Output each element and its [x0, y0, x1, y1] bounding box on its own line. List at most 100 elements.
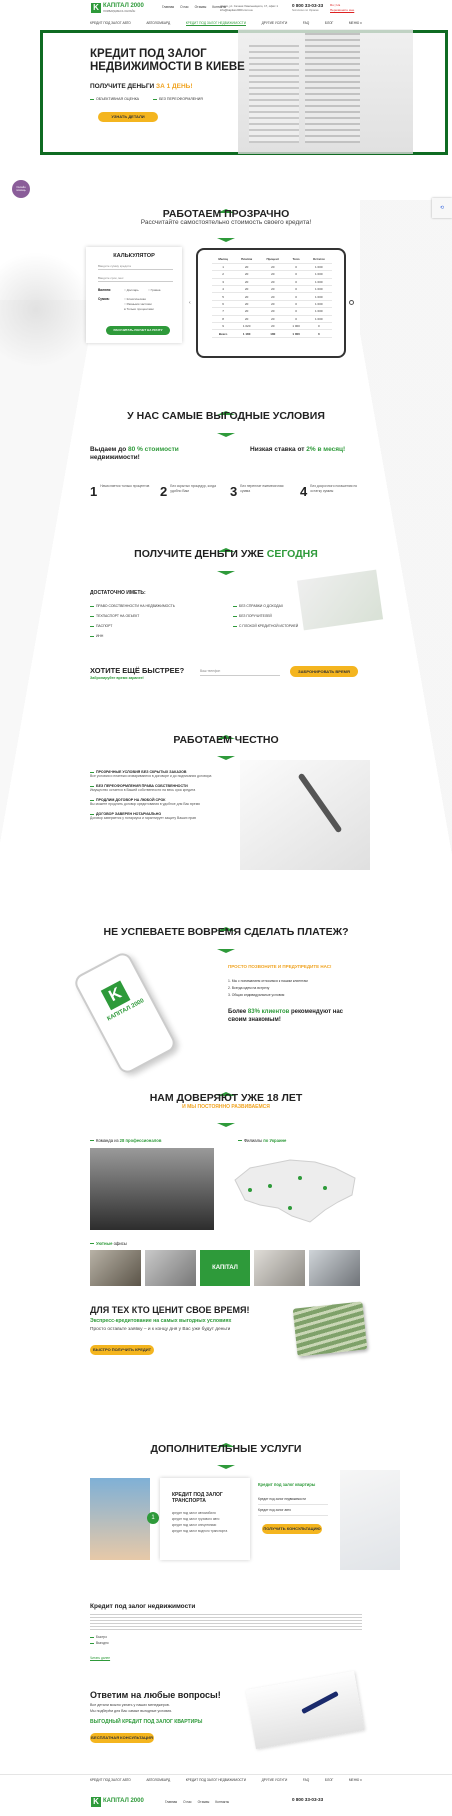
branches-label: Филиалы по Украине — [238, 1138, 286, 1143]
list-item: ИНН — [90, 631, 175, 641]
list-item[interactable]: Кредит под залог авто — [258, 1505, 328, 1516]
currency-option-usd[interactable]: ○ Долларь — [124, 288, 139, 292]
footer-link[interactable]: О нас — [183, 1800, 192, 1804]
footer-link[interactable]: Контакты — [215, 1800, 229, 1804]
apartment-loan-title[interactable]: Кредит под залог квартиры — [258, 1482, 315, 1487]
hero-details-button[interactable]: УЗНАТЬ ДЕТАЛИ — [98, 112, 158, 122]
loan-term-input[interactable]: Введите срок, мес — [98, 274, 173, 282]
table-cell: 0 — [286, 263, 306, 272]
building-left — [249, 43, 299, 143]
bullet-dash-icon — [90, 813, 94, 815]
language-switch[interactable]: Ru | Ua — [330, 3, 340, 7]
bullet-dash-icon — [233, 625, 237, 627]
calculate-button[interactable]: РАССЧИТАТЬ РАСЧЕТ НА ПОЧТУ — [106, 326, 170, 335]
nav-faq[interactable]: FAQ — [303, 21, 309, 25]
couple-photo — [90, 1478, 150, 1560]
table-cell: 0 — [286, 292, 306, 301]
loan-amount-input[interactable]: Введите сумму кредита — [98, 262, 173, 270]
bullet-dash-icon — [238, 1140, 242, 1142]
nav-other-services[interactable]: ДРУГИЕ УСЛУГИ — [262, 21, 288, 25]
faster-title: ХОТИТЕ ЕЩЁ БЫСТРЕЕ? — [90, 666, 185, 675]
offices-label: Уютные офисы — [90, 1241, 127, 1246]
footer-nav-other[interactable]: ДРУГИЕ УСЛУГИ — [262, 1778, 288, 1782]
transport-loan-card[interactable]: КРЕДИТ ПОД ЗАЛОГ ТРАНСПОРТА кредит под з… — [160, 1478, 250, 1560]
section-chevron-down — [0, 1114, 452, 1127]
sum-option-classic-label: Классическая — [126, 297, 146, 301]
online-help-badge[interactable]: Онлайн помощь — [12, 180, 30, 198]
logo-icon[interactable]: K — [91, 3, 101, 13]
table-cell: 0 — [286, 278, 306, 287]
footer-link[interactable]: Главная — [165, 1800, 177, 1804]
office-photo[interactable] — [254, 1250, 306, 1286]
table-row: 4 20 20 0 1 000 — [212, 285, 332, 294]
section-chevron-up — [0, 402, 452, 415]
phone-input[interactable]: Ваш телефон — [200, 666, 280, 676]
footer-nav-menu[interactable]: МЕНЮ ≡ — [349, 1778, 362, 1782]
footer-nav-car-loan[interactable]: КРЕДИТ ПОД ЗАЛОГ АВТО — [90, 1778, 131, 1782]
nav-autolombard[interactable]: АВТОЛОМБАРД — [146, 21, 170, 25]
callback-link[interactable]: Перезвоните мне — [330, 8, 354, 12]
sum-option-interest[interactable]: ● Только процентами — [124, 307, 154, 312]
footer-logo-text[interactable]: КАПІТАЛ 2000 — [103, 1798, 144, 1804]
free-consultation-button[interactable]: БЕСПЛАТНАЯ КОНСУЛЬТАЦИЯ — [90, 1733, 154, 1743]
header-phone[interactable]: 0 800 33-03-33 — [292, 3, 323, 8]
top-link-reviews[interactable]: Отзывы — [195, 5, 207, 9]
table-cell: 20 — [234, 300, 260, 309]
faq-text: Все детали можно узнать у наших менеджер… — [90, 1703, 172, 1714]
header-email[interactable]: info@kapital-2000.com.ua — [220, 8, 253, 12]
transport-loan-list: кредит под залог автомобиля кредит под з… — [172, 1510, 227, 1534]
hamburger-icon: ≡ — [360, 21, 362, 25]
quick-loan-button[interactable]: БЫСТРО ПОЛУЧИТЬ КРЕДИТ — [90, 1345, 154, 1355]
consultation-button[interactable]: ПОЛУЧИТЬ КОНСУЛЬТАЦИЮ — [262, 1524, 322, 1534]
table-header: Месяц — [212, 256, 235, 264]
office-photo[interactable] — [309, 1250, 360, 1286]
footer-menu-label: МЕНЮ — [348, 1778, 360, 1782]
team-photo — [90, 1148, 214, 1230]
read-more-link[interactable]: Читать далее — [90, 1656, 110, 1660]
table-cell: 6 — [212, 300, 235, 309]
section-chevron-down — [0, 424, 452, 437]
office-photo[interactable]: КАПІТАЛ — [199, 1250, 251, 1286]
footer-logo-icon[interactable]: K — [91, 1797, 101, 1807]
nav-menu[interactable]: МЕНЮ ≡ — [349, 21, 362, 25]
office-photo[interactable] — [144, 1250, 196, 1286]
nav-car-loan[interactable]: КРЕДИТ ПОД ЗАЛОГ АВТО — [90, 21, 131, 25]
table-cell: 20 — [259, 263, 287, 272]
footer-phone[interactable]: 0 800 33-03-33 — [292, 1797, 323, 1802]
page: { "header": { "logo_main": "КАПІТАЛ 2000… — [0, 0, 452, 1816]
list-item[interactable]: Кредит под залог недвижимости — [258, 1494, 328, 1505]
value-text: Просто оставьте заявку – и к концу дня у… — [90, 1327, 231, 1332]
office-photo[interactable] — [90, 1250, 141, 1286]
footer-nav-realty-loan[interactable]: КРЕДИТ ПОД ЗАЛОГ НЕДВИЖИМОСТИ — [186, 1778, 246, 1782]
bullet-dash-icon — [90, 799, 94, 801]
table-cell: 1 180 — [234, 329, 260, 338]
top-link-about[interactable]: О нас — [180, 5, 189, 9]
arrow-left-icon[interactable]: ‹ — [189, 300, 191, 306]
tablet-home-button-icon — [349, 300, 354, 305]
trust-subtitle: И МЫ ПОСТОЯННО РАЗВИВАЕМСЯ — [182, 1104, 270, 1110]
honest-item-text: Все условия и платежи оговариваются в до… — [90, 774, 212, 778]
conditions-left: Выдаем до 80 % стоимости недвижимости! — [90, 446, 200, 462]
table-cell: 1 000 — [305, 300, 332, 309]
list-item[interactable]: кредит под залог водного транспорта — [172, 1528, 227, 1534]
table-header: Остаток — [305, 256, 332, 264]
footer-nav-autolombard[interactable]: АВТОЛОМБАРД — [146, 1778, 170, 1782]
table-cell: 2 — [212, 270, 235, 279]
hero-subtitle: ПОЛУЧИТЕ ДЕНЬГИ ЗА 1 ДЕНЬ! — [90, 83, 193, 90]
table-cell: 20 — [259, 270, 287, 279]
step-item: 2 Без скрытых процедур, когда удобно Вам — [160, 484, 222, 499]
currency-option-uah[interactable]: ○ Гривна — [148, 288, 160, 292]
top-link-home[interactable]: Главная — [162, 5, 174, 9]
logo-text[interactable]: КАПІТАЛ 2000 — [103, 3, 144, 9]
table-cell: 20 — [259, 307, 287, 316]
footer-nav-faq[interactable]: FAQ — [303, 1778, 309, 1782]
list-item-label: ТЕХПАСПОРТ НА ОБЪЕКТ — [96, 614, 140, 618]
hero-bullets: ОБЪЕКТИВНАЯ ОЦЕНКА БЕЗ ПЕРЕОФОРМЛЕНИЯ — [90, 97, 203, 101]
footer-link[interactable]: Отзывы — [198, 1800, 210, 1804]
footer-nav-blog[interactable]: БЛОГ — [325, 1778, 333, 1782]
nav-blog[interactable]: БЛОГ — [325, 21, 333, 25]
step-number: 4 — [300, 484, 308, 499]
nav-realty-loan[interactable]: КРЕДИТ ПОД ЗАЛОГ НЕДВИЖИМОСТИ — [185, 21, 246, 26]
book-time-button[interactable]: ЗАБРОНИРОВАТЬ ВРЕМЯ — [290, 666, 358, 677]
sum-option-interest-label: Только процентами — [126, 307, 154, 311]
